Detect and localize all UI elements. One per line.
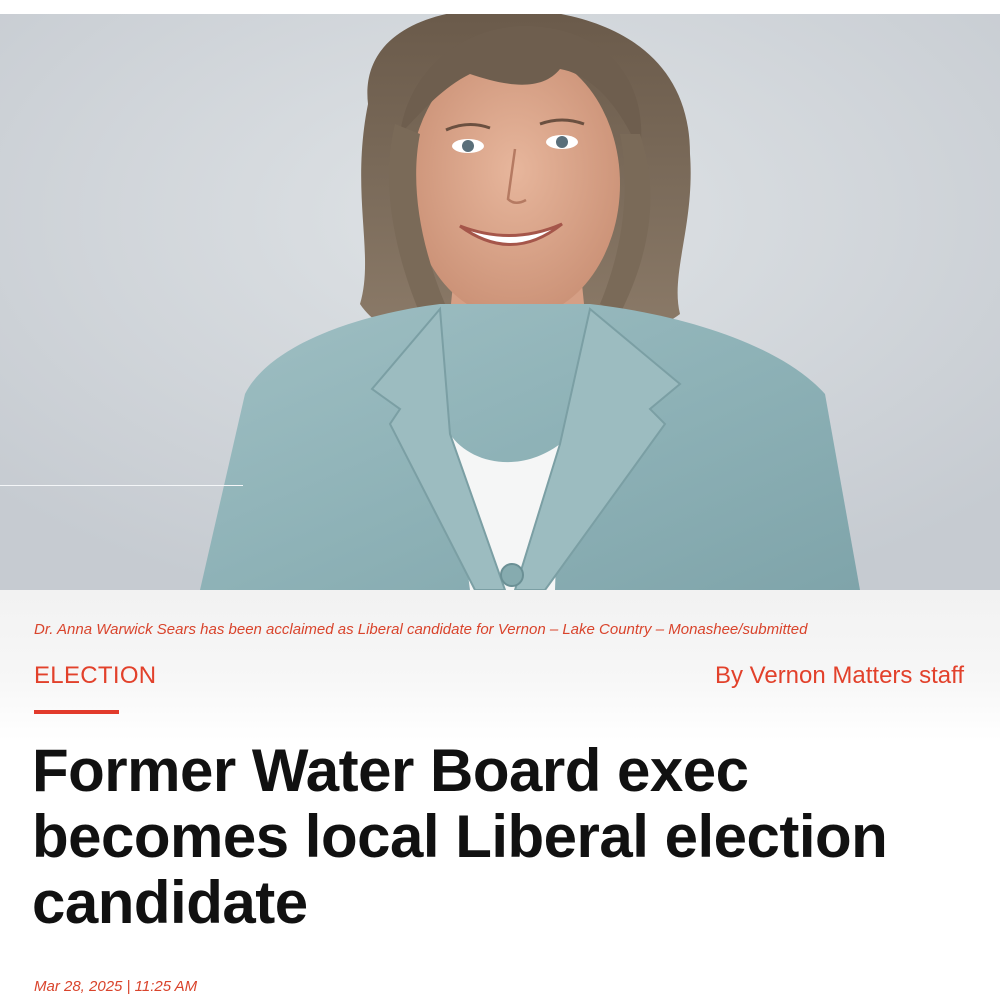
hero-divider-line [0,485,243,486]
photo-caption: Dr. Anna Warwick Sears has been acclaime… [34,621,808,638]
hero-photo [0,14,1000,590]
publish-date: Mar 28, 2025 | 11:25 AM [34,978,198,995]
category-link[interactable]: ELECTION [34,662,156,690]
article-headline: Former Water Board exec becomes local Li… [32,737,888,936]
article-page: Dr. Anna Warwick Sears has been acclaime… [0,0,1000,1000]
byline: By Vernon Matters staff [714,662,964,689]
category-underline [34,710,119,714]
portrait-photo-icon [0,14,1000,590]
